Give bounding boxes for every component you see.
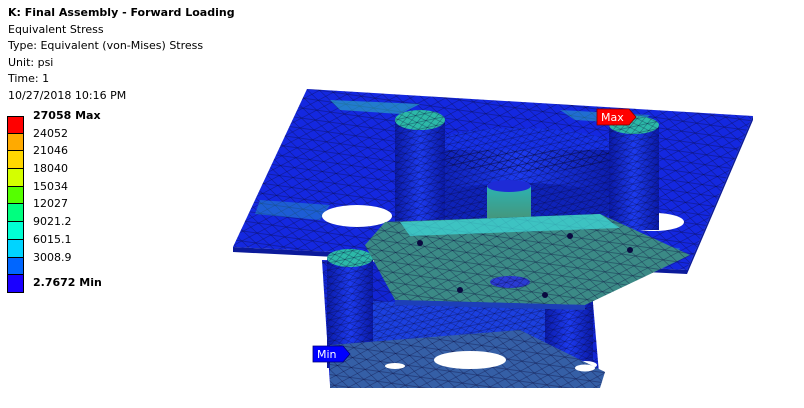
min-probe-label: Min [317, 348, 337, 361]
max-probe[interactable]: Max [596, 108, 637, 126]
max-probe-label: Max [601, 111, 624, 124]
model-viewport[interactable]: Max Min [0, 0, 804, 408]
min-probe[interactable]: Min [312, 345, 351, 363]
